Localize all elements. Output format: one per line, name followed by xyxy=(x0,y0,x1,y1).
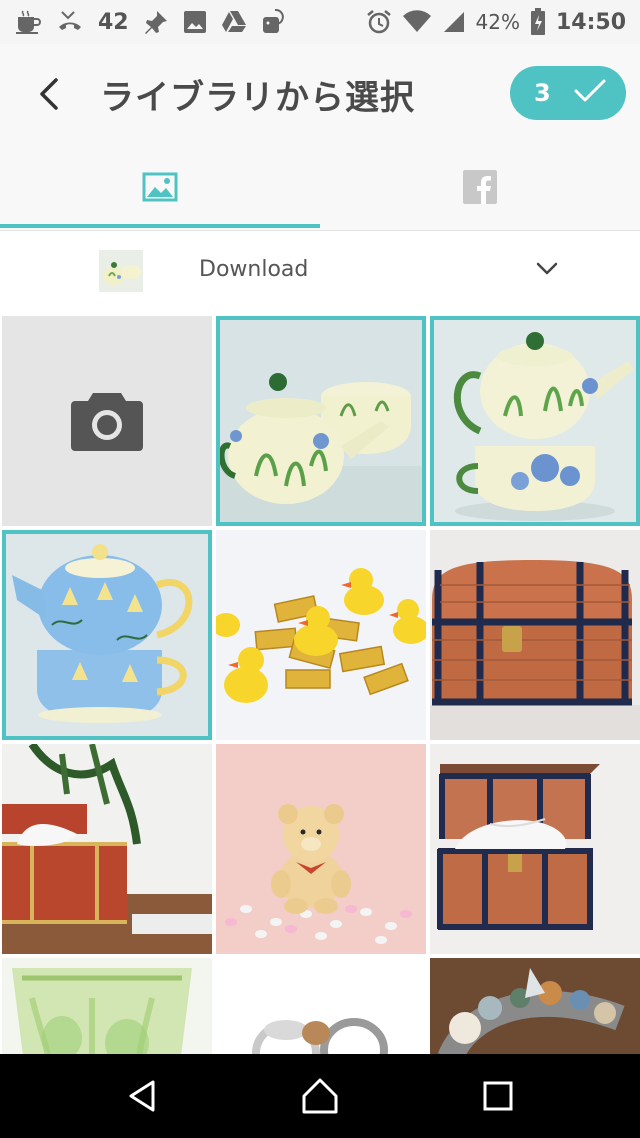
check-icon xyxy=(573,78,607,108)
missed-call-icon xyxy=(56,9,84,35)
photo-chest-with-tissues xyxy=(430,744,640,954)
home-icon xyxy=(302,1078,338,1114)
battery-percent: 42% xyxy=(475,10,520,34)
photo-rings xyxy=(216,958,426,1054)
photo-tile[interactable] xyxy=(430,958,640,1054)
camera-icon xyxy=(71,393,143,451)
gallery-icon xyxy=(183,10,207,34)
photo-tile[interactable] xyxy=(216,316,426,526)
nav-home-button[interactable] xyxy=(298,1074,342,1118)
image-icon xyxy=(142,172,178,202)
alarm-icon xyxy=(366,9,392,35)
wifi-icon xyxy=(402,10,432,34)
photo-stacked-teapot-blue xyxy=(2,530,212,740)
chevron-left-icon xyxy=(40,78,58,110)
status-bar: 42 42% 14:50 xyxy=(0,0,640,44)
photo-tile[interactable] xyxy=(2,744,212,954)
android-update-icon xyxy=(261,9,285,35)
photo-tile[interactable] xyxy=(430,530,640,740)
notification-count: 42 xyxy=(98,9,129,35)
album-thumbnail xyxy=(99,250,143,292)
photo-tile[interactable] xyxy=(216,744,426,954)
facebook-icon xyxy=(463,170,497,204)
photo-tile[interactable] xyxy=(216,530,426,740)
status-bar-left: 42 xyxy=(14,6,285,38)
photo-tile[interactable] xyxy=(2,958,212,1054)
album-name: Download xyxy=(199,257,309,282)
drive-icon xyxy=(221,10,247,34)
photo-rubber-ducks-gold-bars xyxy=(216,530,426,740)
photo-treasure-chest xyxy=(430,530,640,740)
tab-facebook[interactable] xyxy=(320,144,640,230)
chevron-down-icon[interactable] xyxy=(534,259,560,281)
selected-count: 3 xyxy=(534,79,551,107)
app-bar: ライブラリから選択 3 xyxy=(0,44,640,144)
nav-recent-button[interactable] xyxy=(476,1074,520,1118)
active-tab-indicator xyxy=(0,224,320,228)
clock: 14:50 xyxy=(555,9,626,35)
photo-crystals xyxy=(430,958,640,1054)
signal-icon xyxy=(442,10,466,34)
pin-icon xyxy=(143,9,169,35)
battery-charging-icon xyxy=(530,8,546,36)
photo-tile[interactable] xyxy=(2,530,212,740)
photo-tile[interactable] xyxy=(430,316,640,526)
album-selector[interactable]: Download xyxy=(0,230,640,312)
back-button[interactable] xyxy=(28,72,72,116)
camera-tile[interactable] xyxy=(2,316,212,526)
page-title: ライブラリから選択 xyxy=(100,78,415,118)
photo-glass-cups xyxy=(2,958,212,1054)
photo-tissue-box-chest xyxy=(2,744,212,954)
photo-grid xyxy=(0,314,640,1054)
photo-teddy-bear xyxy=(216,744,426,954)
confirm-selection-button[interactable]: 3 xyxy=(510,66,626,120)
tab-photos[interactable] xyxy=(0,144,320,230)
navigation-bar xyxy=(0,1054,640,1138)
square-recent-icon xyxy=(483,1081,513,1111)
photo-stacked-teapot-green xyxy=(430,316,640,526)
nav-back-button[interactable] xyxy=(121,1074,165,1118)
photo-teapot-and-cup xyxy=(216,316,426,526)
status-bar-right: 42% 14:50 xyxy=(366,6,626,38)
cup-icon xyxy=(14,9,42,35)
source-tabs xyxy=(0,144,640,230)
triangle-back-icon xyxy=(129,1080,155,1112)
photo-tile[interactable] xyxy=(216,958,426,1054)
photo-tile[interactable] xyxy=(430,744,640,954)
